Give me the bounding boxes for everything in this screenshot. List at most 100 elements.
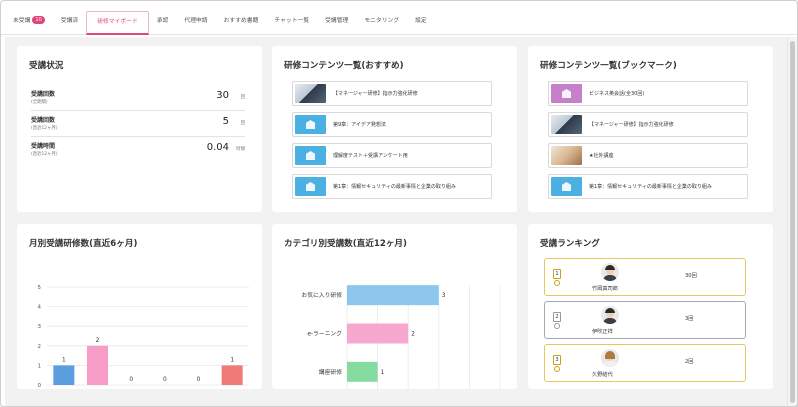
y-tick-label: 4 [38,305,42,311]
bar [87,345,108,385]
bar [53,365,75,385]
stat-row: 受講時間 (直近12ヶ月) 0.04 時間 [31,141,245,163]
avatar [601,306,619,324]
content-title: 第1章：情報セキュリティの最新事情と企業の取り組み [589,184,712,190]
tab-bar: 未受講 10 受講済 研修マイボード 承認 代理申請 おすすめ書籍 チャット一覧 … [1,1,797,35]
card-title: 受講状況 [29,61,64,71]
category-chart-card: カテゴリ別受講数(直近12ヶ月) 0123453お気に入り研修2e-ラーニング1… [272,224,517,389]
vertical-scrollbar[interactable] [787,37,797,406]
tab-label: 受講済 [60,18,79,24]
content-item[interactable]: ビジネス英会話(全30回) [548,81,748,106]
count-badge: 10 [32,16,45,24]
ranking-card: 受講ランキング 1 竹岡真司郎 30回 2 伊吹正祥 3回 3 久野結代 2回 [528,224,773,389]
tab-approval[interactable]: 承認 [149,1,177,34]
stat-unit: 回 [240,95,245,100]
monthly-bar-chart: 01234512025/0222025/0302025/0402025/0502… [38,285,249,389]
ranking-name: 竹岡真司郎 [592,286,618,292]
stat-row: 受講回数 (直近12ヶ月) 5 回 [31,115,245,137]
y-tick-label: 0 [38,383,42,389]
tab-label: おすすめ書籍 [223,18,259,24]
document-icon [562,182,571,191]
medal-ring-icon [554,323,560,329]
ranking-count: 2回 [685,359,694,365]
document-icon [562,89,571,98]
data-label: 0 [163,377,167,383]
ranking-name: 伊吹正祥 [592,329,613,335]
content-type-icon [295,177,326,196]
tab-label: モニタリング [364,18,400,24]
stat-row: 受講回数 (全期間) 30 回 [31,89,245,111]
ranking-item: 2 伊吹正祥 3回 [544,301,746,339]
tab-attended[interactable]: 受講済 [53,1,86,34]
content-item[interactable]: 【マネージャー研修】指示力強化研修 [292,81,492,106]
tab-label: 承認 [156,18,169,24]
monthly-chart-card: 月別受講研修数(直近6ヶ月) 01234512025/0222025/03020… [17,224,262,389]
ranking-item: 1 竹岡真司郎 30回 [544,258,746,296]
stat-unit: 回 [240,121,245,126]
dashboard-content: 受講状況 受講回数 (全期間) 30 回 受講回数 (直近12ヶ月) 5 回 受… [5,37,787,406]
data-label: 1 [381,370,385,376]
content-title: 【マネージャー研修】指示力強化研修 [589,122,674,128]
rank-medal-icon: 3 [553,355,561,365]
content-item[interactable]: ★社外講座 [548,143,748,168]
tab-chat-list[interactable]: チャット一覧 [266,1,317,34]
scrollbar-thumb[interactable] [790,41,795,403]
bookmark-contents-card: 研修コンテンツ一覧(ブックマーク) ビジネス英会話(全30回) 【マネージャー研修… [528,46,773,212]
data-label: 1 [62,357,66,363]
tab-label: 研修マイボード [97,19,138,25]
card-title: 研修コンテンツ一覧(おすすめ) [284,61,404,71]
content-item[interactable]: 理解度テスト＋受講アンケート用 [292,143,492,168]
tab-attendance-management[interactable]: 受講管理 [317,1,356,34]
content-type-icon [295,115,326,134]
stat-sublabel: (直近12ヶ月) [31,126,58,131]
tab-my-board[interactable]: 研修マイボード [86,11,149,35]
category-bar-chart: 0123453お気に入り研修2e-ラーニング1講座研修 [301,285,501,389]
content-item[interactable]: 第1章：情報セキュリティの最新事情と企業の取り組み [548,174,748,199]
tab-unattended[interactable]: 未受講 10 [5,1,53,34]
document-icon [306,151,315,160]
data-label: 1 [230,357,234,363]
tab-monitoring[interactable]: モニタリング [356,1,407,34]
medal-ring-icon [554,280,560,286]
avatar [601,263,619,281]
data-label: 0 [129,377,133,383]
ranking-item: 3 久野結代 2回 [544,344,746,382]
app-window: 未受講 10 受講済 研修マイボード 承認 代理申請 おすすめ書籍 チャット一覧 … [0,0,798,407]
card-title: 研修コンテンツ一覧(ブックマーク) [540,61,677,71]
bar [221,365,243,385]
stat-value: 0.04 [206,142,229,153]
y-tick-label: お気に入り研修 [301,291,342,299]
document-icon [306,120,315,129]
data-label: 3 [442,293,446,299]
stat-label: 受講回数 [31,91,56,98]
ranking-count: 3回 [685,316,694,322]
y-tick-label: 1 [38,363,42,369]
content-item[interactable]: 第9章：アイデア発想法 [292,112,492,137]
tab-label: 代理申請 [184,18,208,24]
content-item[interactable]: 【マネージャー研修】指示力強化研修 [548,112,748,137]
content-type-icon [295,146,326,165]
y-tick-label: 講座研修 [319,368,342,376]
stat-label: 受講時間 [31,143,56,150]
tab-proxy-application[interactable]: 代理申請 [176,1,215,34]
data-label: 0 [197,377,201,383]
content-title: ビジネス英会話(全30回) [589,91,645,97]
content-title: 第1章：情報セキュリティの最新事情と企業の取り組み [333,184,456,190]
status-card: 受講状況 受講回数 (全期間) 30 回 受講回数 (直近12ヶ月) 5 回 受… [17,46,262,212]
bar [347,361,378,382]
tab-label: 受講管理 [325,18,349,24]
tab-recommended-books[interactable]: おすすめ書籍 [216,1,267,34]
stat-unit: 時間 [236,147,245,152]
rank-medal-icon: 2 [553,312,561,322]
tab-settings[interactable]: 設定 [407,1,435,34]
document-icon [306,182,315,191]
content-item[interactable]: 第1章：情報セキュリティの最新事情と企業の取り組み [292,174,492,199]
tab-label: 未受講 [13,18,31,24]
data-label: 2 [96,338,100,344]
content-thumbnail [551,115,582,134]
medal-ring-icon [554,366,560,372]
stat-sublabel: (全期間) [31,100,48,105]
tab-label: チャット一覧 [274,18,310,24]
y-tick-label: 3 [38,324,42,330]
y-tick-label: 5 [38,285,42,291]
